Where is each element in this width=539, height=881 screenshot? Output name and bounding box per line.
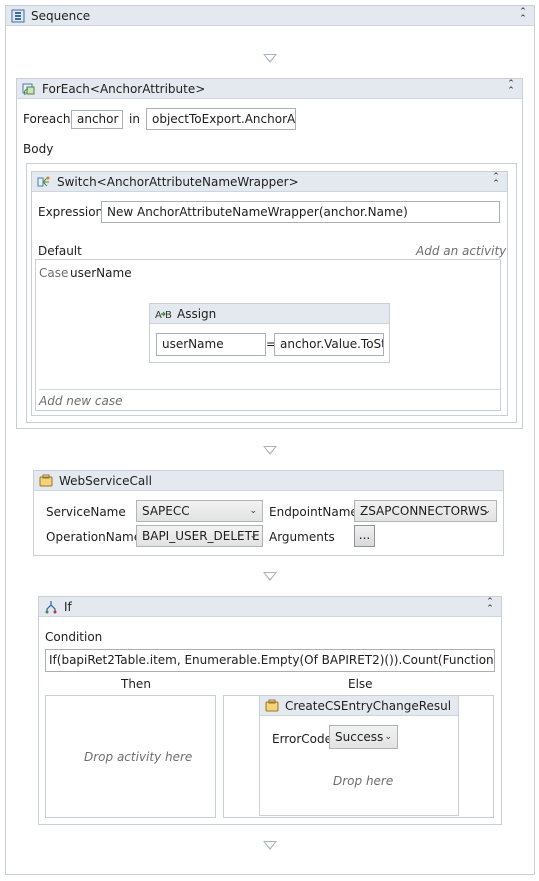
- case-divider: [39, 389, 501, 390]
- in-label: in: [129, 112, 140, 126]
- operation-name-value: BAPI_USER_DELETE: [142, 529, 260, 543]
- expression-field[interactable]: New AnchorAttributeNameWrapper(anchor.Na…: [101, 201, 500, 223]
- drop-target-icon[interactable]: [263, 572, 277, 581]
- chevron-down-icon: ⌄: [483, 506, 491, 516]
- case-label: Case: [39, 266, 69, 280]
- foreach-title: ForEach<AnchorAttribute>: [42, 81, 206, 96]
- assign-title: Assign: [177, 306, 217, 321]
- then-label: Then: [121, 677, 151, 691]
- endpoint-name-label: EndpointName: [269, 505, 358, 519]
- create-entry-activity[interactable]: CreateCSEntryChangeResul: [259, 695, 459, 816]
- service-name-dropdown[interactable]: SAPECC ⌄: [136, 500, 263, 522]
- foreach-label: Foreach: [23, 112, 71, 126]
- endpoint-name-dropdown[interactable]: ZSAPCONNECTORWS ⌄: [354, 500, 497, 522]
- chevron-down-icon: ⌄: [249, 506, 257, 516]
- expression-label: Expression: [38, 205, 104, 219]
- else-label: Else: [348, 677, 373, 691]
- switch-icon: [37, 175, 51, 189]
- create-entry-title: CreateCSEntryChangeResul: [285, 698, 452, 713]
- drop-here-placeholder: Drop here: [333, 774, 394, 788]
- foreach-collection-field[interactable]: objectToExport.AnchorAttr: [146, 108, 296, 130]
- chevron-down-icon: ⌄: [249, 531, 257, 541]
- service-name-value: SAPECC: [142, 504, 190, 518]
- sequence-title: Sequence: [31, 8, 91, 23]
- case-value[interactable]: userName: [70, 266, 132, 280]
- condition-field[interactable]: If(bapiRet2Table.item, Enumerable.Empty(…: [45, 649, 495, 672]
- condition-label: Condition: [45, 630, 103, 644]
- arguments-button[interactable]: ...: [354, 525, 375, 547]
- sequence-header[interactable]: Sequence ⌃ ⌃: [6, 6, 534, 26]
- add-new-case-link[interactable]: Add new case: [39, 394, 122, 408]
- foreach-header[interactable]: ForEach<AnchorAttribute> ⌃ ⌃: [17, 79, 522, 99]
- drop-activity-placeholder: Drop activity here: [84, 750, 193, 764]
- sequence-icon: [11, 9, 25, 23]
- collapse-icon[interactable]: ⌃ ⌃: [489, 173, 503, 189]
- webservice-title: WebServiceCall: [59, 473, 152, 488]
- collapse-icon[interactable]: ⌃ ⌃: [483, 598, 497, 614]
- arguments-label: Arguments: [269, 530, 335, 544]
- error-code-value: Success: [335, 730, 384, 744]
- if-header[interactable]: If ⌃ ⌃: [39, 597, 501, 617]
- svg-text:B: B: [165, 310, 172, 321]
- create-entry-header[interactable]: CreateCSEntryChangeResul: [260, 696, 458, 716]
- assign-to-field[interactable]: userName: [156, 333, 266, 356]
- operation-name-label: OperationName: [46, 530, 142, 544]
- error-code-dropdown[interactable]: Success ⌄: [329, 725, 398, 749]
- foreach-icon: [22, 82, 36, 96]
- endpoint-name-value: ZSAPCONNECTORWS: [360, 504, 488, 518]
- if-icon: [44, 600, 58, 614]
- foreach-item-field[interactable]: anchor: [71, 110, 123, 129]
- drop-target-icon[interactable]: [263, 446, 277, 455]
- webservice-header[interactable]: WebServiceCall: [34, 471, 503, 491]
- default-label: Default: [38, 244, 82, 258]
- switch-title: Switch<AnchorAttributeNameWrapper>: [57, 174, 299, 189]
- assign-header[interactable]: AB Assign: [150, 304, 389, 324]
- drop-target-icon[interactable]: [263, 54, 277, 63]
- chevron-down-icon: ⌄: [384, 732, 392, 742]
- collapse-icon[interactable]: ⌃ ⌃: [504, 80, 518, 96]
- assign-icon: AB: [155, 307, 173, 321]
- body-label: Body: [23, 142, 54, 156]
- assign-value-field[interactable]: anchor.Value.ToStri: [274, 333, 384, 356]
- if-title: If: [64, 599, 72, 614]
- create-entry-icon: [265, 699, 279, 713]
- service-name-label: ServiceName: [46, 505, 126, 519]
- switch-header[interactable]: Switch<AnchorAttributeNameWrapper> ⌃ ⌃: [32, 172, 507, 192]
- collapse-icon[interactable]: ⌃ ⌃: [516, 8, 530, 24]
- svg-text:A: A: [155, 310, 162, 321]
- error-code-label: ErrorCode: [272, 732, 332, 746]
- webservice-icon: [39, 474, 53, 488]
- add-activity-link[interactable]: Add an activity: [416, 244, 506, 258]
- drop-target-icon[interactable]: [263, 841, 277, 850]
- operation-name-dropdown[interactable]: BAPI_USER_DELETE ⌄: [136, 525, 263, 547]
